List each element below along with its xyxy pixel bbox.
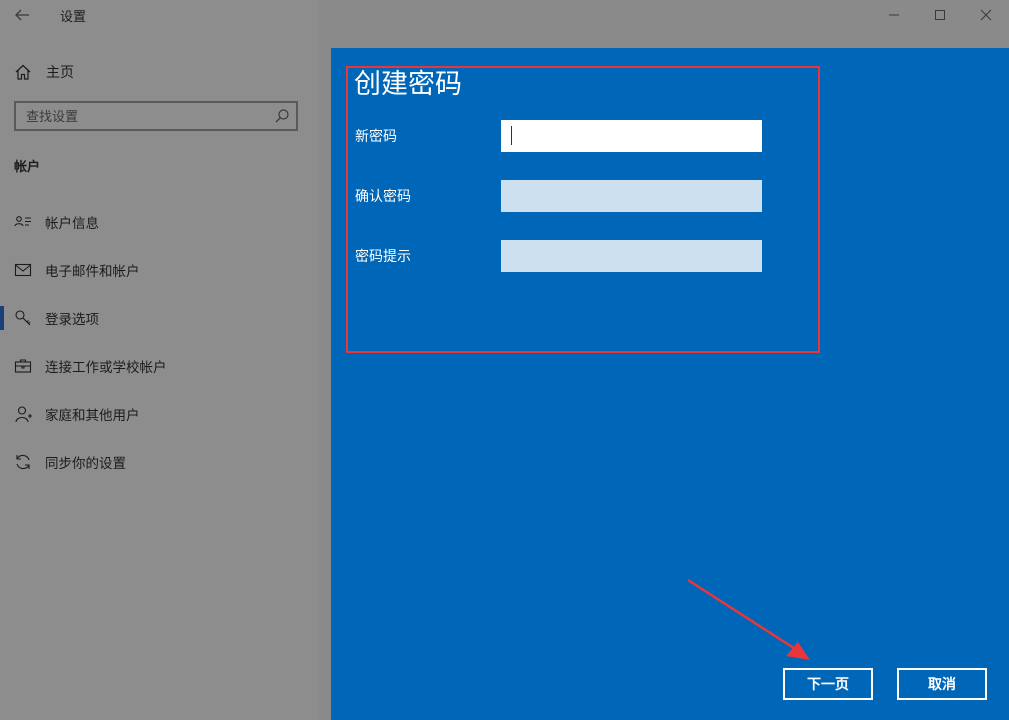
annotation-highlight-box xyxy=(346,66,820,353)
annotation-arrow xyxy=(687,578,810,660)
sidebar-item-family-users[interactable]: 家庭和其他用户 xyxy=(0,390,318,438)
maximize-button[interactable] xyxy=(917,0,963,30)
next-button[interactable]: 下一页 xyxy=(783,668,873,700)
section-title: 帐户 xyxy=(14,160,41,175)
person-icon xyxy=(14,405,32,423)
minimize-button[interactable] xyxy=(871,0,917,30)
contact-card-icon xyxy=(14,213,32,231)
mail-icon xyxy=(14,261,32,279)
sidebar-item-label: 帐户信息 xyxy=(45,216,99,232)
sidebar-item-label: 电子邮件和帐户 xyxy=(45,264,140,280)
cancel-button[interactable]: 取消 xyxy=(897,668,987,700)
sidebar-item-label: 连接工作或学校帐户 xyxy=(45,360,167,376)
close-icon xyxy=(980,9,992,21)
briefcase-icon xyxy=(14,357,32,375)
close-button[interactable] xyxy=(963,0,1009,30)
sync-icon xyxy=(14,453,32,471)
sidebar-item-email-accounts[interactable]: 电子邮件和帐户 xyxy=(0,246,318,294)
sidebar-item-sync-settings[interactable]: 同步你的设置 xyxy=(0,438,318,486)
sidebar-item-label: 家庭和其他用户 xyxy=(45,408,140,424)
home-label: 主页 xyxy=(46,65,74,81)
minimize-icon xyxy=(889,14,899,16)
maximize-icon xyxy=(935,10,945,20)
sidebar-item-account-info[interactable]: 帐户信息 xyxy=(0,198,318,246)
key-icon xyxy=(14,309,32,327)
sidebar-item-work-school[interactable]: 连接工作或学校帐户 xyxy=(0,342,318,390)
sidebar-item-sign-in-options[interactable]: 登录选项 xyxy=(0,294,318,342)
settings-sidebar: 设置 主页 帐户 帐户信息 电子邮件和帐户 xyxy=(0,0,318,720)
home-link[interactable]: 主页 xyxy=(14,60,74,84)
window-controls xyxy=(871,0,1009,30)
sidebar-item-label: 登录选项 xyxy=(45,312,99,328)
search-icon[interactable] xyxy=(274,108,290,124)
sidebar-item-label: 同步你的设置 xyxy=(45,456,126,472)
back-arrow-icon[interactable] xyxy=(12,5,32,25)
home-icon xyxy=(14,63,32,81)
search-input[interactable] xyxy=(24,107,268,127)
app-title: 设置 xyxy=(60,10,87,25)
title-bar: 设置 xyxy=(0,0,318,30)
sidebar-nav: 帐户信息 电子邮件和帐户 登录选项 连接工作或学校帐户 家庭和其他用户 同步你的… xyxy=(0,198,318,486)
search-box[interactable] xyxy=(14,101,298,131)
